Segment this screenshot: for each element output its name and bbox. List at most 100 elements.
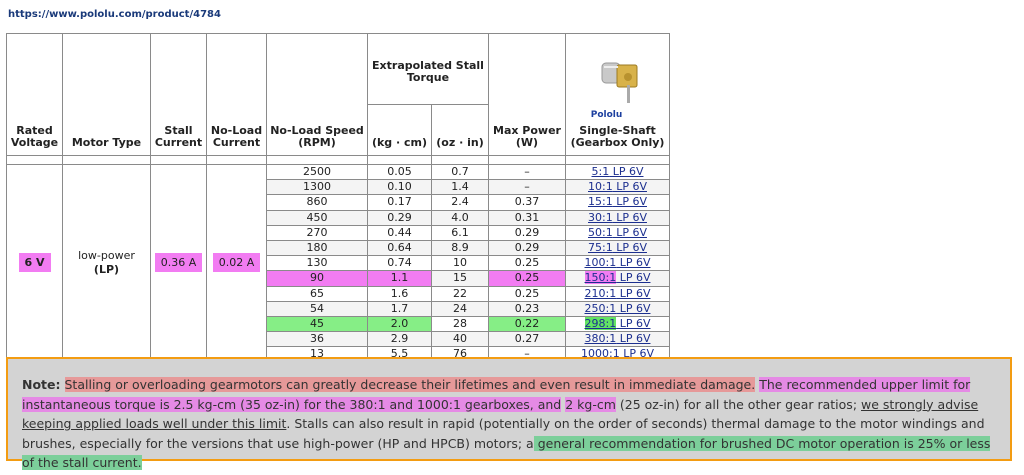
- max-power-cell: –: [488, 179, 566, 196]
- max-power-cell: 0.23: [488, 300, 566, 317]
- torque-ozin-cell: 22: [431, 285, 489, 302]
- gear-ratio-link[interactable]: 30:1 LP 6V: [588, 211, 647, 224]
- gear-ratio-cell: 15:1 LP 6V: [565, 194, 670, 211]
- voltage-value: 6 V: [18, 253, 51, 273]
- gear-ratio-link[interactable]: 75:1 LP 6V: [588, 241, 647, 254]
- note-label: Note:: [22, 377, 61, 392]
- header-no-load-speed: No-Load Speed (RPM): [266, 33, 368, 156]
- stall-current-cell: 0.36 A: [150, 163, 207, 363]
- gear-ratio-value: 150:1: [584, 271, 617, 285]
- note-stalling-warning: Stalling or overloading gearmotors can g…: [64, 377, 756, 392]
- torque-ozin-cell: 6.1: [431, 224, 489, 241]
- gear-ratio-value: 30:1: [588, 210, 613, 224]
- speed-cell: 450: [266, 209, 368, 226]
- torque-ozin-cell: 4.0: [431, 209, 489, 226]
- torque-kgcm-cell: 0.05: [367, 163, 432, 181]
- gear-ratio-value: 250:1: [584, 301, 617, 315]
- gear-ratio-suffix: LP 6V: [609, 165, 644, 179]
- gear-ratio-value: 50:1: [588, 225, 613, 239]
- max-power-cell: –: [488, 163, 566, 181]
- gear-ratio-cell: 75:1 LP 6V: [565, 239, 670, 257]
- voltage-cell: 6 V: [6, 163, 63, 363]
- torque-kgcm-cell: 0.64: [367, 239, 432, 257]
- gear-ratio-link[interactable]: 5:1 LP 6V: [592, 165, 644, 178]
- table-row: 6 Vlow-power (LP) 0.36 A 0.02 A 2500 0.05 0.7–…: [6, 163, 670, 363]
- header-rated-voltage: Rated Voltage: [6, 33, 63, 156]
- header-torque-ozin: (oz · in): [431, 104, 489, 156]
- torque-ozin-cell: 1.4: [431, 179, 489, 196]
- gear-ratio-cell: 150:1 LP 6V: [565, 270, 670, 287]
- gear-ratio-cell: 5:1 LP 6V: [565, 163, 670, 181]
- torque-kgcm-cell: 1.1: [367, 270, 432, 287]
- gear-ratio-value: 15:1: [588, 195, 613, 209]
- torque-ozin-cell: 2.4: [431, 194, 489, 211]
- speed-cell: 130: [266, 255, 368, 272]
- header-torque-kgcm: (kg · cm): [367, 104, 432, 156]
- note-box: Note: Stalling or overloading gearmotors…: [6, 357, 1012, 470]
- gear-ratio-link[interactable]: 15:1 LP 6V: [588, 195, 647, 208]
- torque-kgcm-cell: 0.10: [367, 179, 432, 196]
- max-power-cell: 0.22: [488, 315, 566, 333]
- torque-kgcm-cell: 1.6: [367, 285, 432, 302]
- gear-ratio-suffix: LP 6V: [612, 241, 647, 255]
- torque-kgcm-cell: 2.0: [367, 315, 432, 333]
- gear-ratio-link[interactable]: 10:1 LP 6V: [588, 180, 647, 193]
- gear-ratio-link[interactable]: 250:1 LP 6V: [585, 302, 651, 315]
- stall-current-value: 0.36 A: [154, 253, 203, 273]
- header-no-load-current: No-Load Current: [206, 33, 267, 156]
- pololu-logo: Pololu: [590, 110, 623, 120]
- header-extrapolated-stall-torque: Extrapolated Stall Torque: [367, 33, 489, 105]
- torque-ozin-cell: 28: [431, 315, 489, 333]
- speed-cell: 860: [266, 194, 368, 211]
- gear-ratio-value: 210:1: [584, 286, 617, 300]
- torque-kgcm-cell: 0.17: [367, 194, 432, 211]
- gear-ratio-link[interactable]: 150:1 LP 6V: [584, 271, 651, 285]
- no-load-current-value: 0.02 A: [212, 253, 261, 273]
- gear-ratio-suffix: LP 6V: [612, 180, 647, 194]
- gear-ratio-value: 5:1: [591, 165, 610, 179]
- gear-ratio-link[interactable]: 298:1 LP 6V: [584, 316, 651, 330]
- gear-ratio-value: 298:1: [584, 316, 617, 330]
- max-power-cell: 0.27: [488, 331, 566, 348]
- gear-ratio-suffix: LP 6V: [616, 286, 651, 300]
- gear-ratio-link[interactable]: 50:1 LP 6V: [588, 226, 647, 239]
- gear-ratio-suffix: LP 6V: [616, 301, 651, 315]
- gear-ratio-cell: 30:1 LP 6V: [565, 209, 670, 226]
- product-url: https://www.pololu.com/product/4784: [8, 9, 221, 20]
- max-power-cell: 0.25: [488, 255, 566, 272]
- torque-kgcm-cell: 0.44: [367, 224, 432, 241]
- torque-kgcm-cell: 1.7: [367, 300, 432, 317]
- gear-ratio-suffix: LP 6V: [612, 210, 647, 224]
- gear-ratio-cell: 380:1 LP 6V: [565, 331, 670, 348]
- torque-kgcm-cell: 0.29: [367, 209, 432, 226]
- torque-kgcm-cell: 2.9: [367, 331, 432, 348]
- note-other-ratios: (25 oz-in) for all the other gear ratios…: [615, 396, 858, 412]
- speed-cell: 180: [266, 239, 368, 257]
- max-power-cell: 0.25: [488, 285, 566, 302]
- header-single-shaft: Pololu Single-Shaft (Gearbox Only): [565, 33, 670, 156]
- max-power-cell: 0.29: [488, 239, 566, 257]
- gear-ratio-suffix: LP 6V: [616, 256, 651, 270]
- gear-ratio-value: 100:1: [584, 256, 617, 270]
- gear-ratio-value: 10:1: [588, 180, 613, 194]
- gear-ratio-link[interactable]: 100:1 LP 6V: [585, 256, 651, 269]
- torque-kgcm-cell: 0.74: [367, 255, 432, 272]
- motor-type-cell: low-power (LP): [62, 163, 151, 363]
- gear-ratio-value: 380:1: [584, 332, 617, 346]
- gear-ratio-link[interactable]: 210:1 LP 6V: [585, 287, 651, 300]
- max-power-cell: 0.29: [488, 224, 566, 241]
- header-max-power: Max Power (W): [488, 33, 566, 156]
- header-stall-current: Stall Current: [150, 33, 207, 156]
- speed-cell: 45: [266, 315, 368, 333]
- gear-ratio-value: 75:1: [588, 241, 613, 255]
- torque-ozin-cell: 0.7: [431, 163, 489, 181]
- max-power-cell: 0.31: [488, 209, 566, 226]
- speed-cell: 270: [266, 224, 368, 241]
- gear-ratio-suffix: LP 6V: [616, 271, 651, 285]
- max-power-cell: 0.25: [488, 270, 566, 287]
- gear-ratio-cell: 10:1 LP 6V: [565, 179, 670, 196]
- torque-ozin-cell: 24: [431, 300, 489, 317]
- gear-ratio-suffix: LP 6V: [612, 195, 647, 209]
- gear-ratio-link[interactable]: 380:1 LP 6V: [585, 332, 651, 345]
- gear-ratio-suffix: LP 6V: [616, 316, 651, 330]
